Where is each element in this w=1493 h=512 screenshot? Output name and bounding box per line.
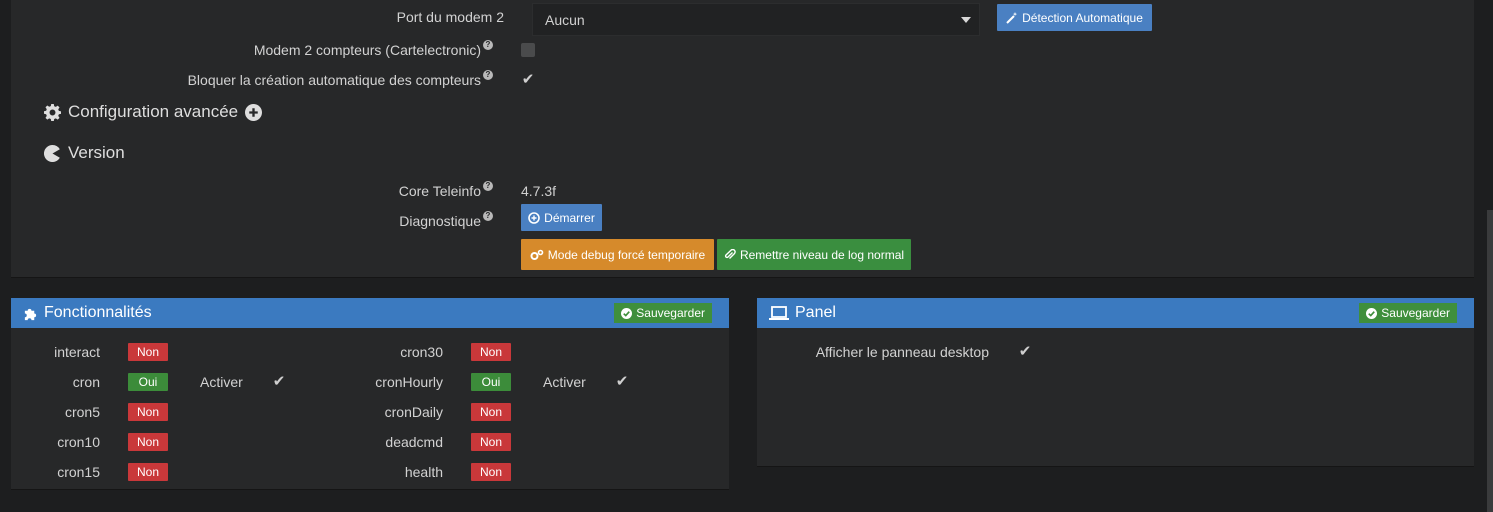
activer-label: Activer	[543, 374, 586, 390]
feature-name: interact	[54, 344, 100, 360]
status-badge: Non	[471, 463, 511, 481]
status-badge: Non	[128, 403, 168, 421]
port-modem2-value: Aucun	[545, 12, 585, 28]
desktop-panel-label: Afficher le panneau desktop	[815, 344, 989, 360]
status-badge: Non	[471, 433, 511, 451]
activer-label: Activer	[200, 374, 243, 390]
help-icon[interactable]: ?	[483, 211, 493, 221]
desktop-panel-checkbox[interactable]: ✔	[1017, 344, 1033, 360]
gears-icon	[530, 249, 544, 261]
feature-name: cron	[72, 374, 100, 390]
check-circle-icon	[1366, 307, 1378, 319]
fonctionnalites-title: Fonctionnalités	[44, 304, 152, 321]
panel-title: Panel	[795, 304, 836, 321]
plus-circle-icon[interactable]	[245, 103, 263, 121]
core-teleinfo-label: Core Teleinfo?	[398, 181, 493, 199]
feature-name: cron5	[64, 404, 100, 420]
laptop-icon	[769, 305, 789, 321]
help-icon[interactable]: ?	[483, 70, 493, 80]
feature-name: health	[404, 464, 443, 480]
modem2-compteurs-checkbox[interactable]	[521, 43, 535, 57]
status-badge: Non	[128, 463, 168, 481]
modem2-compteurs-text: Modem 2 compteurs (Cartelectronic)	[253, 42, 481, 58]
version-label: Version	[68, 143, 125, 162]
feature-name: cronHourly	[375, 374, 443, 390]
config-panel: Port du modem 2 Aucun Détection Automati…	[11, 0, 1474, 278]
debug-button[interactable]: Mode debug forcé temporaire	[521, 239, 714, 270]
magic-wand-icon	[1006, 11, 1018, 24]
feature-name: cron10	[57, 434, 100, 450]
help-icon[interactable]: ?	[483, 181, 493, 191]
pacman-icon	[44, 144, 61, 162]
version-title: Version	[44, 143, 125, 163]
status-badge: Non	[128, 343, 168, 361]
status-badge: Non	[471, 343, 511, 361]
demarrer-button[interactable]: Démarrer	[521, 204, 602, 231]
status-badge: Non	[471, 403, 511, 421]
chevron-down-icon	[961, 17, 971, 23]
log-normal-label: Remettre niveau de log normal	[739, 247, 905, 262]
port-modem2-label: Port du modem 2	[396, 9, 504, 25]
detection-auto-button[interactable]: Détection Automatique	[997, 4, 1152, 31]
fonctionnalites-save-button[interactable]: Sauvegarder	[614, 303, 712, 323]
fonctionnalites-save-label: Sauvegarder	[636, 306, 705, 320]
status-badge: Oui	[471, 373, 511, 391]
bloquer-label: Bloquer la création automatique des comp…	[187, 70, 493, 88]
log-normal-button[interactable]: Remettre niveau de log normal	[717, 239, 911, 270]
bloquer-text: Bloquer la création automatique des comp…	[187, 72, 481, 88]
status-badge: Oui	[128, 373, 168, 391]
diagnostique-text: Diagnostique	[399, 213, 481, 229]
status-badge: Non	[128, 433, 168, 451]
feature-name: cron15	[57, 464, 100, 480]
gear-icon	[44, 103, 61, 121]
advanced-config-label: Configuration avancée	[68, 102, 239, 121]
fonctionnalites-card: Fonctionnalités Sauvegarder interact Non…	[11, 298, 729, 490]
port-modem2-select[interactable]: Aucun	[532, 3, 980, 36]
diagnostique-label: Diagnostique?	[399, 211, 493, 229]
stethoscope-icon	[528, 211, 540, 224]
feature-name: cronDaily	[384, 404, 443, 420]
core-teleinfo-value: 4.7.3f	[521, 183, 557, 199]
scrollbar-thumb[interactable]	[1487, 210, 1493, 512]
panel-save-button[interactable]: Sauvegarder	[1359, 303, 1457, 323]
panel-card: Panel Sauvegarder Afficher le panneau de…	[757, 298, 1474, 467]
puzzle-icon	[23, 306, 38, 321]
help-icon[interactable]: ?	[483, 40, 493, 50]
feature-name: deadcmd	[385, 434, 443, 450]
panel-save-label: Sauvegarder	[1381, 306, 1450, 320]
activer-checkbox-cronhourly[interactable]: ✔	[614, 374, 630, 390]
activer-checkbox-cron[interactable]: ✔	[271, 374, 287, 390]
debug-label: Mode debug forcé temporaire	[547, 247, 706, 262]
feature-name: cron30	[400, 344, 443, 360]
modem2-compteurs-label: Modem 2 compteurs (Cartelectronic)?	[253, 40, 493, 58]
check-circle-icon	[621, 307, 633, 319]
paperclip-icon	[724, 248, 736, 261]
demarrer-label: Démarrer	[544, 210, 595, 225]
detection-auto-label: Détection Automatique	[1022, 10, 1143, 25]
core-teleinfo-text: Core Teleinfo	[398, 183, 481, 199]
advanced-config-title[interactable]: Configuration avancée	[44, 102, 263, 122]
bloquer-checkbox[interactable]: ✔	[520, 72, 536, 88]
